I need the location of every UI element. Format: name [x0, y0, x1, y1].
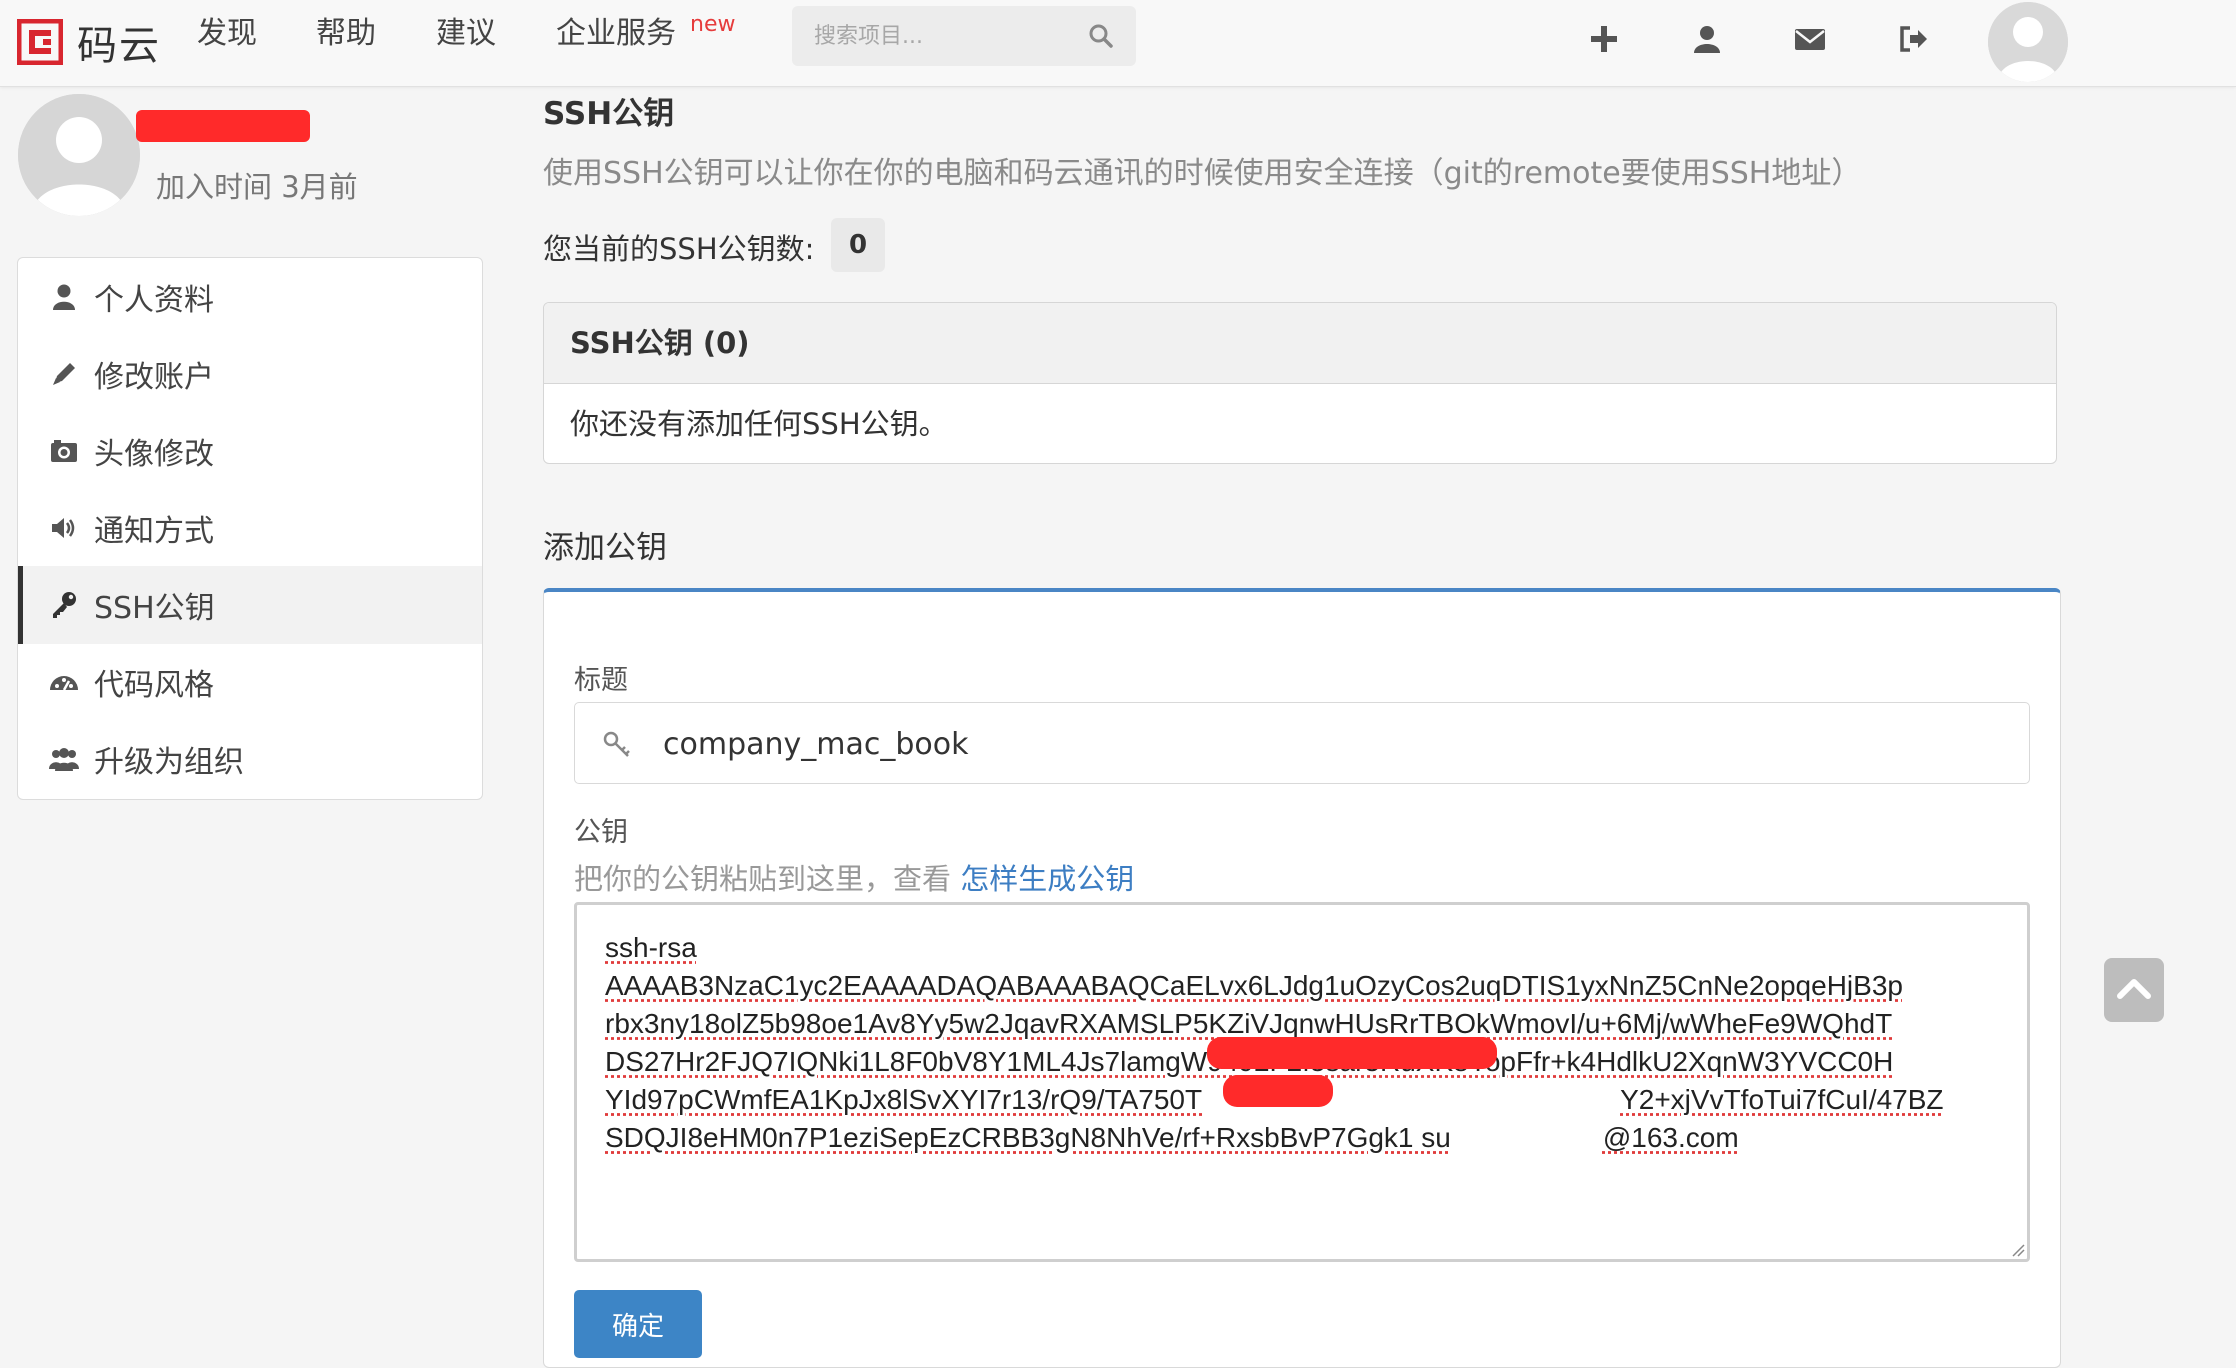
nav-suggest[interactable]: 建议 [436, 16, 496, 52]
join-time: 加入时间 3月前 [156, 170, 358, 204]
sidebar-item-code-style[interactable]: 代码风格 [18, 643, 482, 721]
plus-icon[interactable] [1587, 22, 1621, 56]
panel-heading: SSH公钥 (0) [544, 303, 2056, 384]
avatar-placeholder-icon [1988, 2, 2068, 82]
sidebar-item-label: 代码风格 [94, 668, 214, 703]
sidebar-item-ssh-key[interactable]: SSH公钥 [18, 566, 482, 644]
new-badge: new [690, 12, 736, 37]
brand-logo-icon [17, 19, 63, 65]
key-line-part: Y2+xjVvTfoTui7fCuI/47BZ [1620, 1084, 1944, 1115]
sign-out-icon[interactable] [1896, 22, 1930, 56]
hint-text: 把你的公钥粘贴到这里，查看 [574, 862, 952, 896]
avatar-placeholder-icon [18, 94, 140, 216]
profile-avatar[interactable] [18, 94, 140, 216]
key-line: AAAAB3NzaC1yc2EAAAADAQABAAABAQCaELvx6LJd… [605, 970, 1903, 1001]
resize-handle-icon[interactable] [2009, 1241, 2025, 1257]
sidebar-item-avatar[interactable]: 头像修改 [18, 412, 482, 490]
brand-name: 码云 [77, 23, 161, 69]
volume-icon [52, 518, 75, 538]
add-key-heading: 添加公钥 [543, 530, 667, 566]
brand-logo[interactable]: 码云 [17, 12, 161, 72]
key-line-part: SDQJI8eHM0n7P1eziSepEzCRBB3gN8NhVe/rf+Rx… [605, 1122, 1451, 1153]
page-title: SSH公钥 [543, 96, 675, 132]
sidebar-item-label: 头像修改 [94, 437, 214, 472]
how-to-generate-key-link[interactable]: 怎样生成公钥 [960, 862, 1134, 896]
sidebar-item-label: 修改账户 [94, 360, 214, 395]
pencil-icon [53, 363, 75, 385]
public-key-hint: 把你的公钥粘贴到这里，查看 怎样生成公钥 [574, 856, 1134, 898]
redacted-email-segment [1223, 1075, 1333, 1107]
nav-help[interactable]: 帮助 [316, 16, 376, 52]
key-icon [603, 731, 630, 757]
sidebar-item-label: 个人资料 [94, 283, 214, 318]
ssh-count-label: 您当前的SSH公钥数: [543, 232, 815, 266]
key-line: ssh-rsa [605, 932, 697, 963]
sidebar-item-label: 升级为组织 [94, 745, 244, 780]
public-key-textarea[interactable]: ssh-rsa AAAAB3NzaC1yc2EAAAADAQABAAABAQCa… [574, 902, 2030, 1262]
redacted-key-segment [1207, 1037, 1497, 1069]
ssh-key-list-panel: SSH公钥 (0) 你还没有添加任何SSH公钥。 [543, 302, 2057, 464]
submit-button[interactable]: 确定 [574, 1290, 702, 1358]
sidebar-item-account[interactable]: 修改账户 [18, 335, 482, 413]
user-icon[interactable] [1690, 22, 1724, 56]
page-description: 使用SSH公钥可以让你在你的电脑和码云通讯的时候使用安全连接（git的remot… [543, 156, 1862, 191]
key-line: SDQJI8eHM0n7P1eziSepEzCRBB3gN8NhVe/rf+Rx… [605, 1119, 2005, 1157]
key-line-part: YId97pCWmfEA1KpJx8lSvXYI7r13/rQ9/TA750T [605, 1084, 1203, 1115]
nav-discover[interactable]: 发现 [197, 16, 257, 52]
panel-empty-text: 你还没有添加任何SSH公钥。 [570, 407, 948, 441]
camera-icon [51, 440, 77, 462]
user-icon [53, 284, 75, 310]
group-icon [49, 748, 79, 771]
back-to-top-button[interactable] [2104, 958, 2164, 1022]
redacted-username [136, 110, 310, 142]
sidebar-item-upgrade-org[interactable]: 升级为组织 [18, 720, 482, 798]
dashboard-icon [50, 676, 78, 691]
nav-enterprise[interactable]: 企业服务 [556, 16, 676, 52]
public-key-label: 公钥 [574, 817, 628, 848]
ssh-count-badge: 0 [831, 218, 885, 272]
sidebar-item-label: 通知方式 [94, 514, 214, 549]
search-icon[interactable] [1088, 23, 1114, 49]
envelope-icon[interactable] [1793, 22, 1827, 56]
key-icon [53, 592, 76, 618]
user-avatar[interactable] [1988, 2, 2068, 82]
sidebar-item-label: SSH公钥 [94, 591, 215, 626]
chevron-up-icon [2117, 979, 2151, 999]
title-input[interactable] [661, 703, 2005, 785]
settings-sidebar: 个人资料 修改账户 头像修改 通知方式 SSH公钥 代码风格 升级为组织 [17, 257, 483, 800]
sidebar-item-notify[interactable]: 通知方式 [18, 489, 482, 567]
title-field [574, 702, 2030, 785]
top-navbar: 码云 发现 帮助 建议 企业服务 new [0, 0, 2236, 87]
sidebar-item-profile[interactable]: 个人资料 [18, 258, 482, 336]
key-line-part: @163.com [1602, 1122, 1739, 1153]
add-key-form: 标题 公钥 把你的公钥粘贴到这里，查看 怎样生成公钥 ssh-rsa AAAAB… [543, 588, 2061, 1368]
title-label: 标题 [574, 665, 628, 696]
search-box [792, 6, 1136, 66]
search-input[interactable] [792, 6, 1082, 66]
